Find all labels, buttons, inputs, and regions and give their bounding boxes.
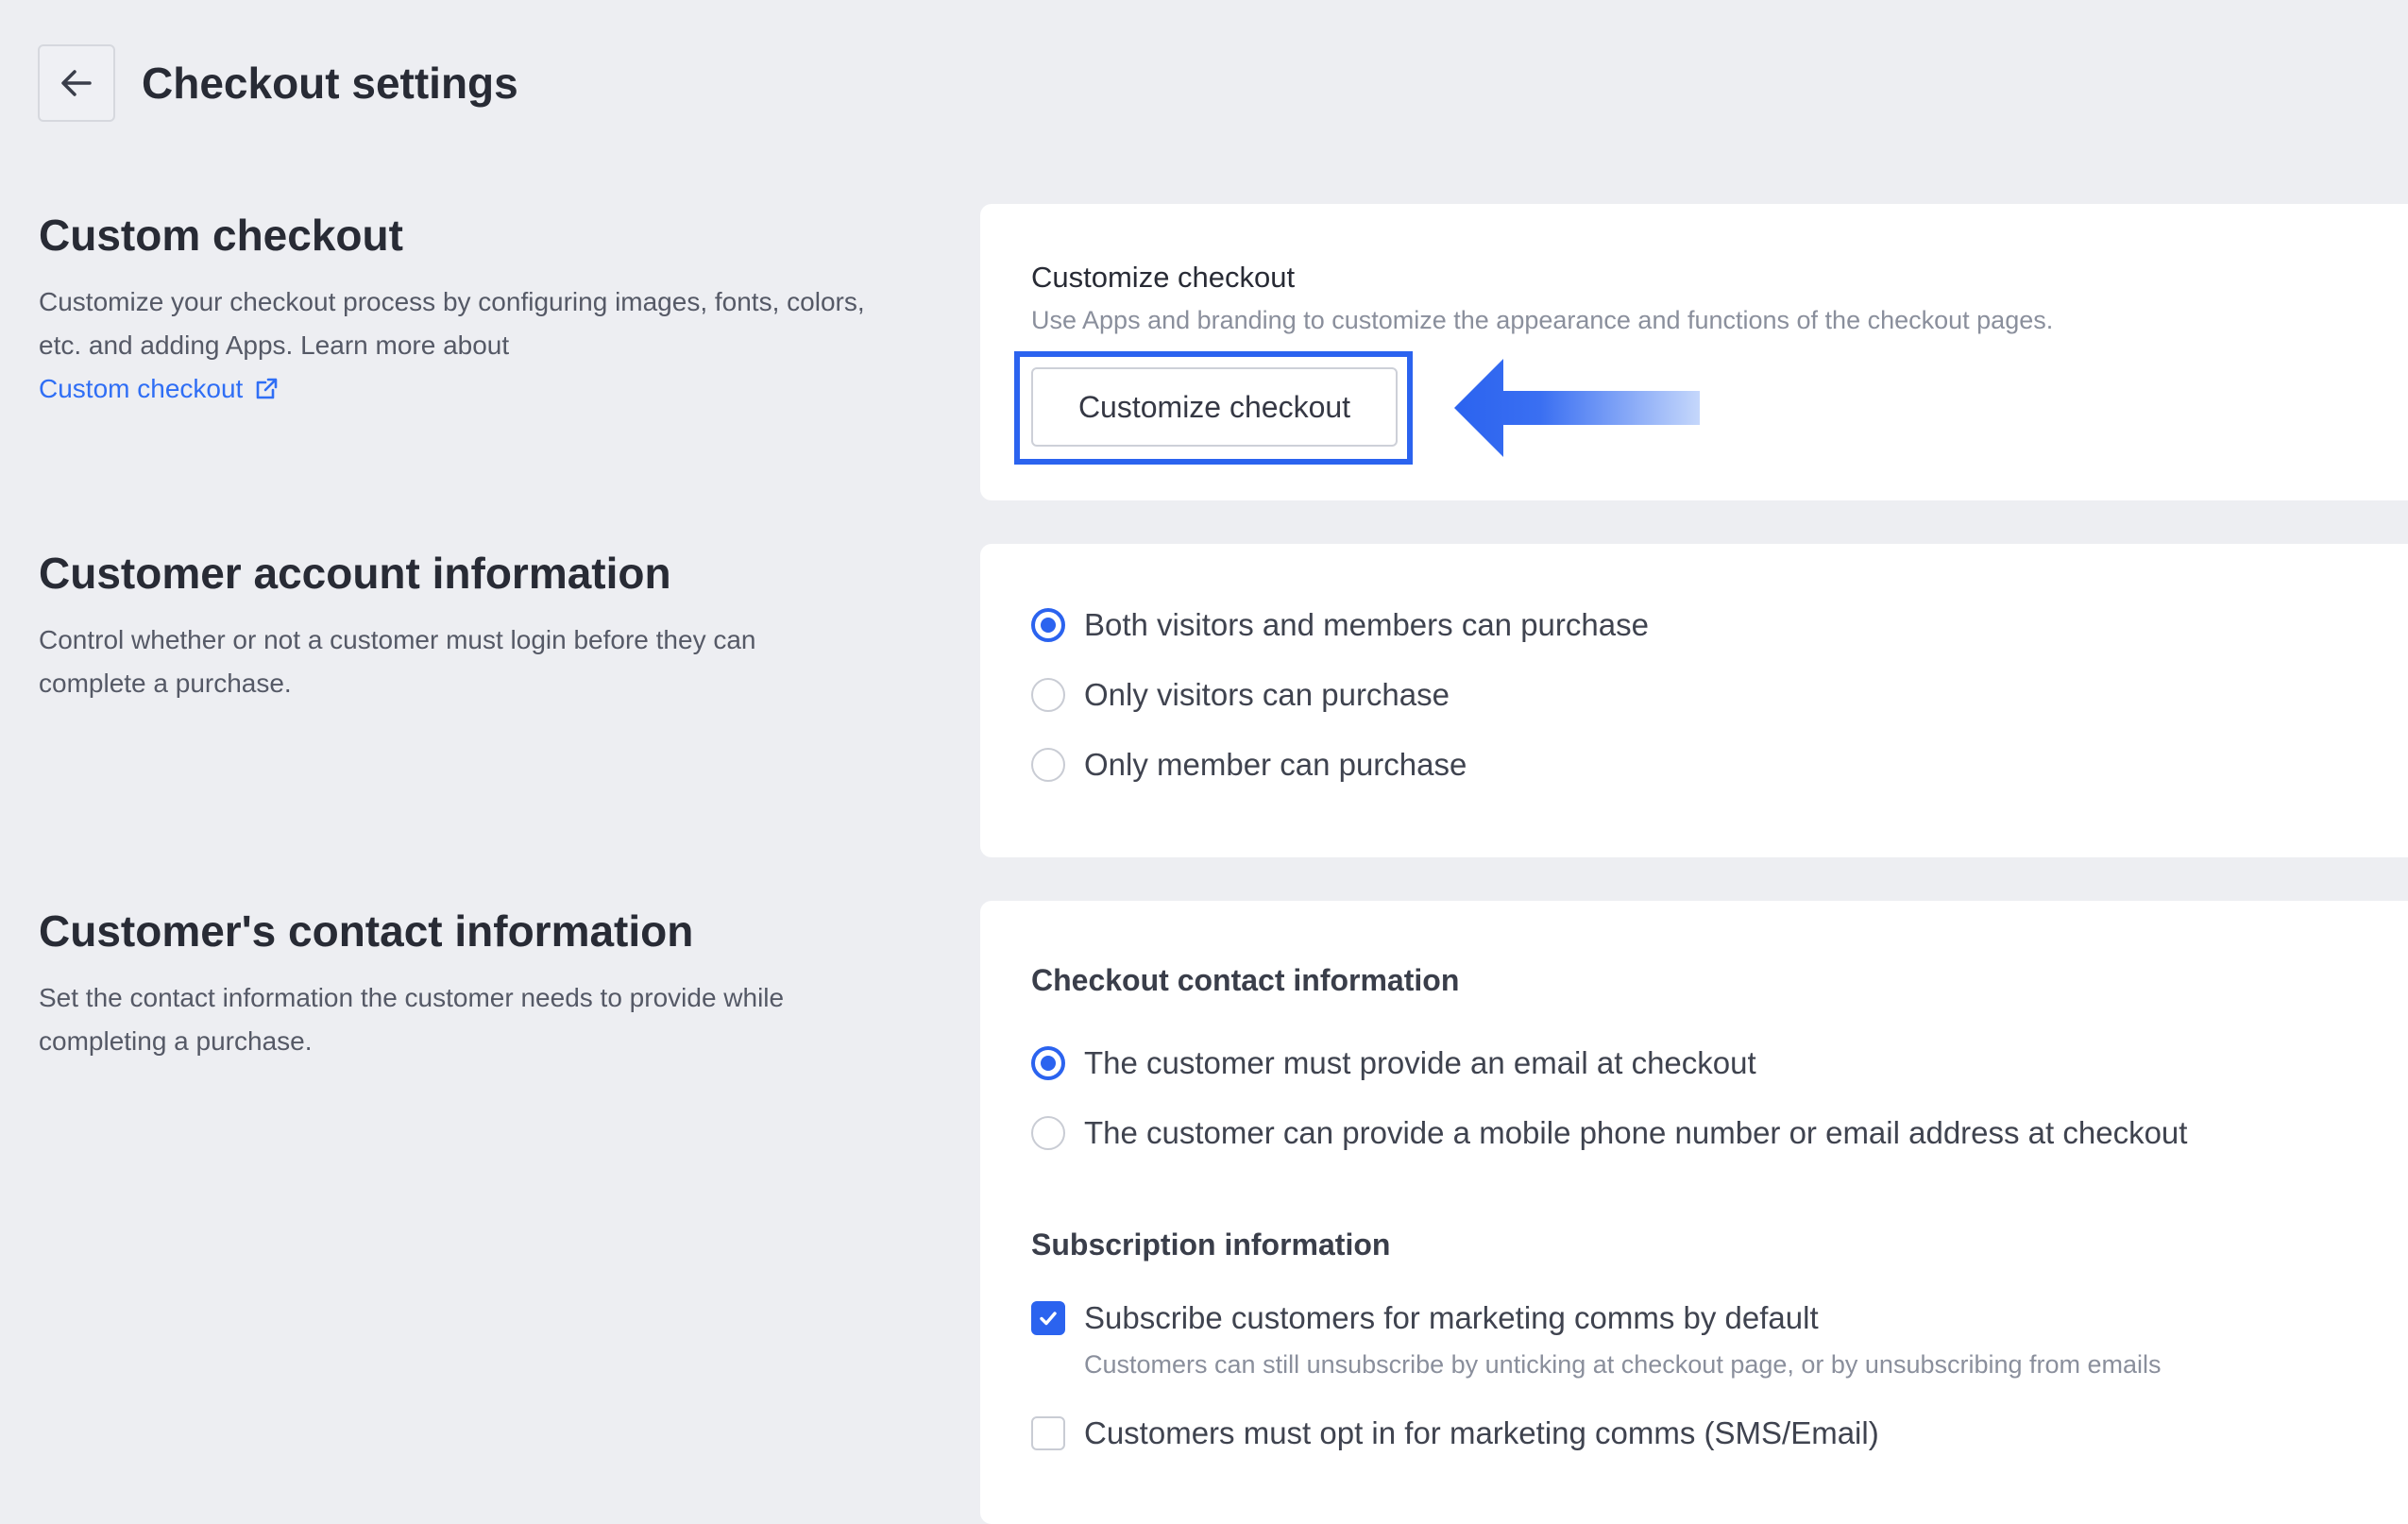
subscription-option[interactable]: Customers must opt in for marketing comm… xyxy=(1031,1415,1879,1451)
custom-checkout-title: Custom checkout xyxy=(39,211,403,260)
page-title: Checkout settings xyxy=(142,59,518,108)
contact-option-label: The customer can provide a mobile phone … xyxy=(1084,1115,2188,1150)
subscription-heading: Subscription information xyxy=(1031,1228,1391,1262)
radio-button-selected[interactable] xyxy=(1031,608,1065,642)
customize-checkout-card: Customize checkout Use Apps and branding… xyxy=(980,204,2408,500)
subscription-option[interactable]: Subscribe customers for marketing comms … xyxy=(1031,1300,1819,1336)
customize-checkout-button[interactable]: Customize checkout xyxy=(1031,367,1398,447)
radio-button[interactable] xyxy=(1031,678,1065,712)
custom-checkout-section-info: Custom checkout Customize your checkout … xyxy=(39,210,870,411)
account-info-card: Both visitors and members can purchase O… xyxy=(980,544,2408,857)
checkbox-checked[interactable] xyxy=(1031,1301,1065,1335)
custom-checkout-link[interactable]: Custom checkout xyxy=(39,367,279,411)
account-option-label: Only visitors can purchase xyxy=(1084,677,1450,712)
account-option-label: Both visitors and members can purchase xyxy=(1084,607,1649,642)
checkout-contact-heading: Checkout contact information xyxy=(1031,963,1460,997)
custom-checkout-link-label: Custom checkout xyxy=(39,374,244,404)
account-info-title: Customer account information xyxy=(39,549,671,598)
custom-checkout-description-text: Customize your checkout process by confi… xyxy=(39,287,865,361)
radio-button[interactable] xyxy=(1031,1116,1065,1150)
contact-info-title: Customer's contact information xyxy=(39,906,694,956)
contact-option[interactable]: The customer can provide a mobile phone … xyxy=(1031,1115,2187,1151)
custom-checkout-description: Customize your checkout process by confi… xyxy=(39,280,870,411)
checkbox[interactable] xyxy=(1031,1416,1065,1450)
subscription-option-label: Subscribe customers for marketing comms … xyxy=(1084,1300,1819,1335)
contact-option[interactable]: The customer must provide an email at ch… xyxy=(1031,1045,1756,1081)
customize-checkout-heading: Customize checkout xyxy=(1031,261,1296,294)
customize-checkout-subtext: Use Apps and branding to customize the a… xyxy=(1031,306,2054,334)
account-option[interactable]: Only member can purchase xyxy=(1031,747,1467,783)
radio-button[interactable] xyxy=(1031,748,1065,782)
account-info-section-info: Customer account information Control whe… xyxy=(39,548,870,705)
pointer-arrow-icon xyxy=(1454,359,1700,457)
contact-info-description: Set the contact information the customer… xyxy=(39,983,785,1057)
checkmark-icon xyxy=(1040,1312,1057,1326)
arrow-left-icon xyxy=(61,70,92,96)
account-info-description: Control whether or not a customer must l… xyxy=(39,625,756,699)
subscription-option-label: Customers must opt in for marketing comm… xyxy=(1084,1415,1879,1450)
account-option[interactable]: Only visitors can purchase xyxy=(1031,677,1450,713)
contact-info-card: Checkout contact information The custome… xyxy=(980,901,2408,1524)
page-header: Checkout settings xyxy=(38,43,518,123)
contact-info-section-info: Customer's contact information Set the c… xyxy=(39,906,870,1063)
account-option[interactable]: Both visitors and members can purchase xyxy=(1031,607,1649,643)
account-option-label: Only member can purchase xyxy=(1084,747,1467,782)
back-button[interactable] xyxy=(38,44,115,122)
contact-option-label: The customer must provide an email at ch… xyxy=(1084,1045,1756,1080)
external-link-icon xyxy=(257,378,278,399)
radio-button-selected[interactable] xyxy=(1031,1046,1065,1080)
subscription-hint: Customers can still unsubscribe by untic… xyxy=(1084,1350,2162,1379)
